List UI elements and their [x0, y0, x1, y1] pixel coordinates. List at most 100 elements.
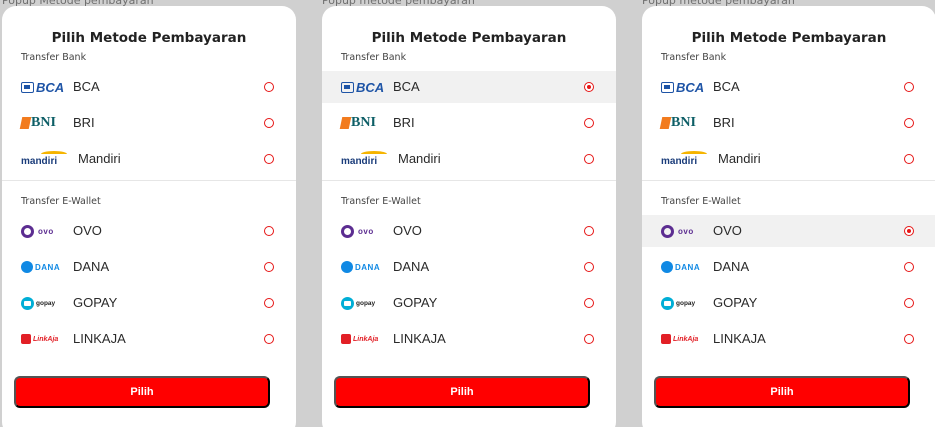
payment-option-gopay[interactable]: gopay GOPAY [642, 287, 935, 319]
payment-option-ovo[interactable]: ovo OVO [642, 215, 935, 247]
payment-option-bri[interactable]: BNI BRI [642, 107, 935, 139]
radio-unselected-icon[interactable] [904, 118, 914, 128]
gopay-logo: gopay [661, 295, 709, 311]
payment-option-label: DANA [393, 259, 430, 274]
payment-option-label: DANA [713, 259, 750, 274]
radio-selected-icon[interactable] [904, 226, 914, 236]
gopay-logo-text: gopay [356, 299, 376, 307]
dana-mark-icon [21, 261, 33, 273]
linkaja-logo-text: LinkAja [673, 335, 699, 343]
payment-option-label: BCA [713, 79, 740, 94]
radio-unselected-icon[interactable] [904, 82, 914, 92]
payment-option-bri[interactable]: BNI BRI [2, 107, 296, 139]
radio-unselected-icon[interactable] [584, 262, 594, 272]
ovo-mark-icon [21, 224, 34, 238]
radio-unselected-icon[interactable] [584, 334, 594, 344]
linkaja-mark-icon [341, 334, 351, 344]
radio-unselected-icon[interactable] [584, 226, 594, 236]
payment-option-mandiri[interactable]: mandiri Mandiri [322, 143, 616, 175]
bni-mark-icon [659, 117, 672, 129]
radio-unselected-icon[interactable] [264, 82, 274, 92]
gopay-wallet-icon [21, 296, 34, 310]
payment-option-label: Mandiri [718, 151, 761, 166]
dana-logo: DANA [661, 259, 709, 275]
gopay-wallet-icon [661, 296, 674, 310]
radio-unselected-icon[interactable] [584, 298, 594, 308]
payment-option-bri[interactable]: BNI BRI [322, 107, 616, 139]
payment-option-gopay[interactable]: gopay GOPAY [2, 287, 296, 319]
payment-option-label: GOPAY [393, 295, 438, 310]
radio-unselected-icon[interactable] [264, 118, 274, 128]
payment-option-gopay[interactable]: gopay GOPAY [322, 287, 616, 319]
bni-mark-icon [19, 117, 32, 129]
bca-mark-icon [661, 81, 674, 93]
bank-section-label: Transfer Bank [341, 52, 407, 63]
radio-unselected-icon[interactable] [584, 118, 594, 128]
mandiri-wave-icon [361, 151, 387, 157]
ovo-mark-icon [341, 224, 354, 238]
payment-option-label: BCA [73, 79, 100, 94]
payment-option-ovo[interactable]: ovo OVO [322, 215, 616, 247]
dana-mark-icon [661, 261, 673, 273]
radio-unselected-icon[interactable] [264, 226, 274, 236]
bank-section-label: Transfer Bank [661, 52, 727, 63]
bni-logo-text: BNI [31, 115, 56, 130]
radio-unselected-icon[interactable] [904, 154, 914, 164]
payment-option-bca[interactable]: BCA BCA [642, 71, 935, 103]
pilih-button[interactable]: Pilih [654, 376, 910, 408]
popup-title: Pilih Metode Pembayaran [51, 30, 247, 46]
linkaja-logo-text: LinkAja [33, 335, 59, 343]
payment-option-dana[interactable]: DANA DANA [642, 251, 935, 283]
payment-option-dana[interactable]: DANA DANA [2, 251, 296, 283]
radio-unselected-icon[interactable] [264, 262, 274, 272]
payment-option-label: OVO [393, 223, 422, 238]
payment-option-label: OVO [73, 223, 102, 238]
bca-mark-icon [341, 81, 354, 93]
payment-option-linkaja[interactable]: LinkAja LINKAJA [2, 323, 296, 355]
bni-logo: BNI [659, 115, 709, 131]
ovo-logo: ovo [341, 223, 389, 239]
linkaja-logo: LinkAja [661, 331, 709, 347]
payment-option-mandiri[interactable]: mandiri Mandiri [2, 143, 296, 175]
radio-unselected-icon[interactable] [264, 154, 274, 164]
ovo-logo: ovo [21, 223, 69, 239]
linkaja-logo: LinkAja [21, 331, 69, 347]
radio-unselected-icon[interactable] [904, 298, 914, 308]
mandiri-logo-text: mandiri [21, 156, 58, 167]
gopay-logo-text: gopay [36, 299, 56, 307]
payment-option-label: Mandiri [78, 151, 121, 166]
payment-option-mandiri[interactable]: mandiri Mandiri [642, 143, 935, 175]
payment-option-label: DANA [73, 259, 110, 274]
popup-title: Pilih Metode Pembayaran [691, 30, 887, 46]
payment-method-popup: Pilih Metode Pembayaran Transfer Bank BC… [642, 6, 935, 427]
payment-option-dana[interactable]: DANA DANA [322, 251, 616, 283]
payment-option-bca[interactable]: BCA BCA [322, 71, 616, 103]
radio-unselected-icon[interactable] [264, 298, 274, 308]
bca-logo-text: BCA [356, 79, 385, 95]
pilih-button[interactable]: Pilih [14, 376, 270, 408]
radio-selected-icon[interactable] [584, 82, 594, 92]
payment-option-bca[interactable]: BCA BCA [2, 71, 296, 103]
mandiri-logo: mandiri [661, 151, 709, 167]
ovo-logo-text: ovo [38, 226, 54, 236]
payment-option-linkaja[interactable]: LinkAja LINKAJA [642, 323, 935, 355]
radio-unselected-icon[interactable] [264, 334, 274, 344]
radio-unselected-icon[interactable] [584, 154, 594, 164]
ovo-logo-text: ovo [358, 226, 374, 236]
payment-option-label: BRI [393, 115, 415, 130]
payment-option-label: BCA [393, 79, 420, 94]
radio-unselected-icon[interactable] [904, 334, 914, 344]
mandiri-wave-icon [41, 151, 67, 157]
payment-option-ovo[interactable]: ovo OVO [2, 215, 296, 247]
linkaja-logo: LinkAja [341, 331, 389, 347]
section-divider [2, 180, 296, 181]
mandiri-logo: mandiri [21, 151, 69, 167]
dana-logo-text: DANA [355, 262, 381, 272]
linkaja-mark-icon [21, 334, 31, 344]
dana-logo: DANA [21, 259, 69, 275]
bca-mark-icon [21, 81, 34, 93]
payment-option-linkaja[interactable]: LinkAja LINKAJA [322, 323, 616, 355]
ovo-mark-icon [661, 224, 674, 238]
pilih-button[interactable]: Pilih [334, 376, 590, 408]
radio-unselected-icon[interactable] [904, 262, 914, 272]
